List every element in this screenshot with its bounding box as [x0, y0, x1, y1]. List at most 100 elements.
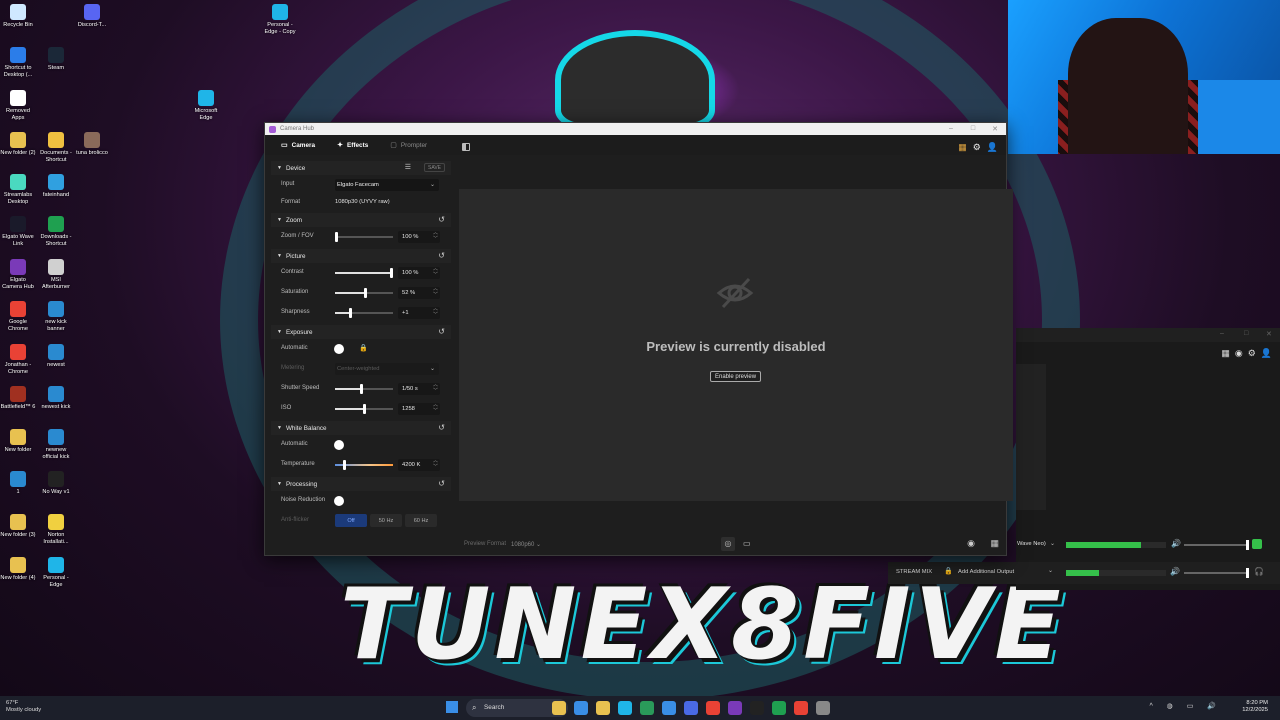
- saturation-value-box[interactable]: 52 % ︿ ﹀: [398, 286, 440, 299]
- desktop-icon[interactable]: Norton Installati...: [38, 514, 74, 546]
- section-exposure[interactable]: ▼ Exposure ↺: [271, 325, 451, 339]
- apps-icon[interactable]: ▦: [958, 142, 967, 153]
- minimize-icon[interactable]: –: [1220, 330, 1224, 337]
- account-icon[interactable]: 👤: [987, 142, 998, 153]
- stepper-icon[interactable]: ︿ ﹀: [433, 286, 438, 298]
- reset-icon[interactable]: ↺: [438, 479, 445, 488]
- stream-volume-slider[interactable]: [1184, 568, 1249, 578]
- desktop-icon[interactable]: New folder (4): [0, 557, 36, 582]
- reset-icon[interactable]: ↺: [438, 251, 445, 260]
- stepper-icon[interactable]: ︿ ﹀: [433, 266, 438, 278]
- desktop-icon[interactable]: Steam: [38, 47, 74, 72]
- reset-icon[interactable]: ↺: [438, 215, 445, 224]
- taskbar-app-icon[interactable]: [640, 701, 654, 715]
- add-output-select[interactable]: Add Additional Output: [958, 569, 1014, 575]
- taskbar-app-icon[interactable]: [816, 701, 830, 715]
- section-white-balance[interactable]: ▼ White Balance ↺: [271, 421, 451, 435]
- grid-icon[interactable]: ▦: [990, 538, 999, 549]
- reset-icon[interactable]: ↺: [438, 327, 445, 336]
- preview-format-select[interactable]: 1080p60 ⌄: [511, 541, 541, 548]
- antiflicker-50hz-button[interactable]: 50 Hz: [370, 514, 402, 527]
- taskbar-app-icon[interactable]: [794, 701, 808, 715]
- taskbar-app-icon[interactable]: [618, 701, 632, 715]
- taskbar-app-icon[interactable]: [552, 701, 566, 715]
- desktop-icon[interactable]: newest kick: [38, 386, 74, 411]
- desktop-icon[interactable]: Removed Apps: [0, 90, 36, 122]
- headphones-icon[interactable]: 🎧: [1254, 567, 1264, 576]
- lock-icon[interactable]: 🔒: [359, 344, 368, 352]
- slider-knob[interactable]: [343, 460, 346, 470]
- desktop-icon[interactable]: Elgato Wave Link: [0, 216, 36, 248]
- list-icon[interactable]: ☰: [405, 163, 411, 171]
- desktop-icon[interactable]: Documents - Shortcut: [38, 132, 74, 164]
- desktop-icon[interactable]: Downloads - Shortcut: [38, 216, 74, 248]
- slider-knob[interactable]: [364, 288, 367, 298]
- desktop-icon[interactable]: Battlefield™ 6: [0, 386, 36, 411]
- shutter-slider[interactable]: [335, 384, 393, 394]
- input-select[interactable]: Elgato Facecam ⌄: [335, 179, 439, 191]
- section-device[interactable]: ▼ Device ☰ SAVE: [271, 161, 451, 175]
- folder-icon[interactable]: ▭: [743, 539, 751, 548]
- stepper-icon[interactable]: ︿ ﹀: [433, 382, 438, 394]
- stream-volume-knob[interactable]: [1246, 568, 1249, 578]
- zoom-value-box[interactable]: 100 % ︿ ﹀: [398, 230, 440, 243]
- temperature-value-box[interactable]: 4200 K ︿ ﹀: [398, 458, 440, 471]
- desktop-icon[interactable]: Jonathan - Chrome: [0, 344, 36, 376]
- tab-camera[interactable]: ▭ Camera: [273, 138, 323, 152]
- desktop-icon[interactable]: Google Chrome: [0, 301, 36, 333]
- zoom-slider[interactable]: [335, 232, 393, 242]
- gear-icon[interactable]: ⚙: [973, 142, 981, 153]
- chevron-down-icon[interactable]: ⌄: [1050, 540, 1055, 547]
- section-picture[interactable]: ▼ Picture ↺: [271, 249, 451, 263]
- stepper-icon[interactable]: ︿ ﹀: [433, 458, 438, 470]
- desktop-icon[interactable]: new kick banner: [38, 301, 74, 333]
- system-tray-icons[interactable]: ^ ◍ ▭ 🔊: [1149, 702, 1222, 710]
- eye-icon[interactable]: ◉: [967, 538, 975, 549]
- desktop-icon[interactable]: Microsoft Edge: [188, 90, 224, 122]
- channel-volume-slider[interactable]: [1184, 540, 1249, 550]
- taskbar-app-icon[interactable]: [728, 701, 742, 715]
- metering-select[interactable]: Center-weighted ⌄: [335, 363, 439, 375]
- save-button[interactable]: SAVE: [424, 163, 445, 172]
- slider-knob[interactable]: [360, 384, 363, 394]
- taskbar-app-icon[interactable]: [662, 701, 676, 715]
- stepper-icon[interactable]: ︿ ﹀: [433, 306, 438, 318]
- gear-icon[interactable]: ⚙: [1248, 348, 1256, 359]
- shutter-value-box[interactable]: 1/50 s ︿ ﹀: [398, 382, 440, 395]
- enable-preview-button[interactable]: Enable preview: [710, 371, 762, 382]
- monitor-icon[interactable]: [1252, 539, 1262, 549]
- clock[interactable]: 8:20 PM 12/2/2025: [1242, 700, 1268, 714]
- desktop-icon[interactable]: Streamlabs Desktop: [0, 174, 36, 206]
- reset-icon[interactable]: ↺: [438, 423, 445, 432]
- stepper-icon[interactable]: ︿ ﹀: [433, 230, 438, 242]
- desktop-icon[interactable]: Personal - Edge - Copy: [262, 4, 298, 36]
- speaker-icon[interactable]: 🔊: [1171, 539, 1181, 548]
- sharpness-value-box[interactable]: +1 ︿ ﹀: [398, 306, 440, 319]
- desktop-icon[interactable]: New folder: [0, 429, 36, 454]
- desktop-icon[interactable]: 1: [0, 471, 36, 496]
- desktop-icon[interactable]: New folder (2): [0, 132, 36, 157]
- maximize-icon[interactable]: □: [962, 125, 984, 133]
- wave-icon[interactable]: ◉: [1235, 348, 1243, 359]
- desktop-icon[interactable]: Recycle Bin: [0, 4, 36, 29]
- close-icon[interactable]: ✕: [984, 125, 1006, 133]
- desktop-icon[interactable]: Personal - Edge: [38, 557, 74, 589]
- taskbar-app-icon[interactable]: [684, 701, 698, 715]
- desktop-icon[interactable]: newest: [38, 344, 74, 369]
- channel-volume-knob[interactable]: [1246, 540, 1249, 550]
- slider-knob[interactable]: [349, 308, 352, 318]
- taskbar-app-icon[interactable]: [750, 701, 764, 715]
- start-icon[interactable]: [446, 701, 458, 713]
- chevron-down-icon[interactable]: ⌄: [1048, 567, 1053, 574]
- close-icon[interactable]: ✕: [1266, 330, 1272, 338]
- snapshot-icon[interactable]: ◎: [721, 537, 735, 551]
- tab-prompter[interactable]: ▢ Prompter: [382, 138, 435, 152]
- iso-slider[interactable]: [335, 404, 393, 414]
- sharpness-slider[interactable]: [335, 308, 393, 318]
- sidebar-toggle-icon[interactable]: [462, 143, 470, 151]
- weather-widget[interactable]: 67°F Mostly cloudy: [6, 700, 41, 714]
- taskbar-app-icon[interactable]: [706, 701, 720, 715]
- desktop-icon[interactable]: New folder (3): [0, 514, 36, 539]
- section-zoom[interactable]: ▼ Zoom ↺: [271, 213, 451, 227]
- iso-value-box[interactable]: 1258 ︿ ﹀: [398, 402, 440, 415]
